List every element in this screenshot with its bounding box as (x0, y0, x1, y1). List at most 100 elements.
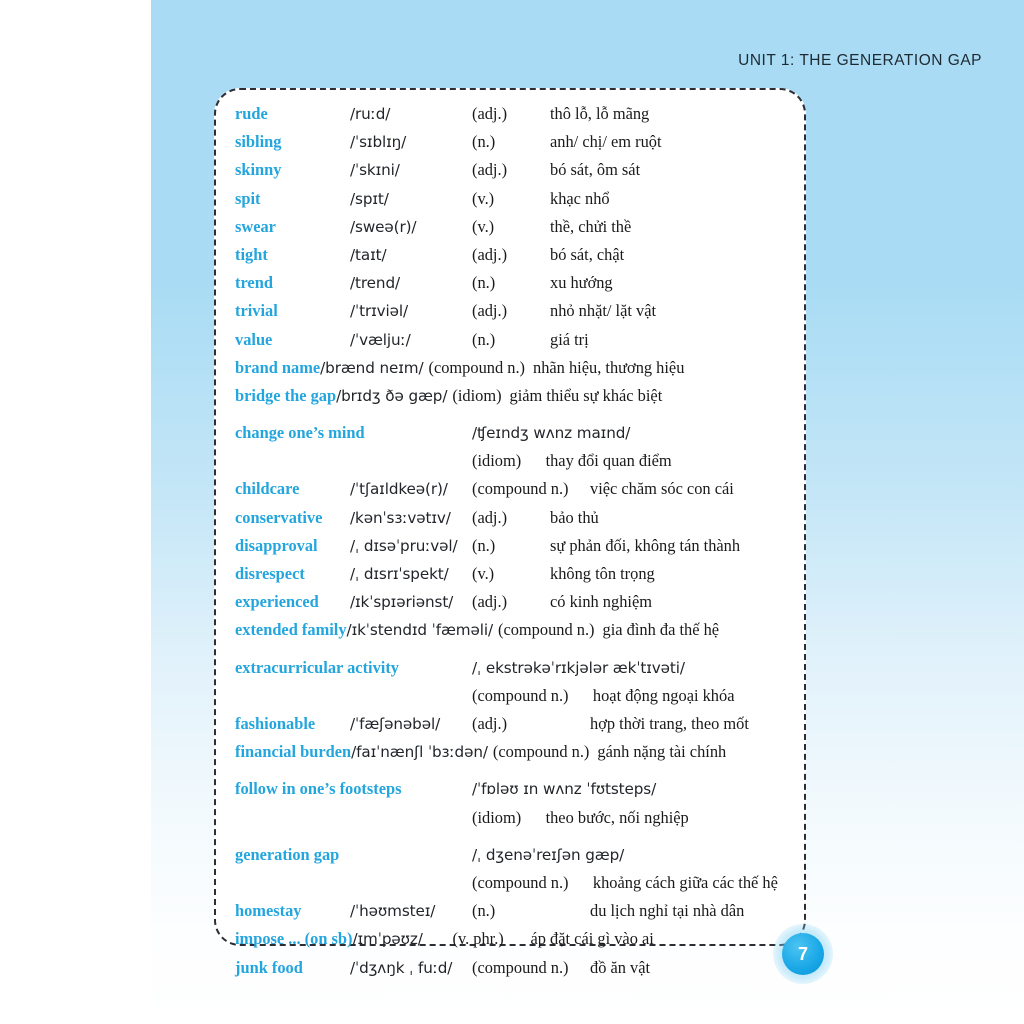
entry-line-1: swear/sweə(r)/ (v.) thề, chửi thề (235, 213, 796, 241)
entry-line-1: childcare/ˈtʃaɪldkeə(r)/ (compound n.) việ… (235, 475, 796, 503)
page-number-badge: 7 (773, 924, 833, 984)
entry-meaning: khạc nhổ (550, 188, 610, 208)
vocabulary-entry: junk food/ˈdʒʌŋk ˌ fuːd/ (compound n.) đồ … (235, 954, 796, 982)
entry-pos: (n.) (472, 329, 496, 349)
entry-word: conservative (235, 507, 323, 527)
entry-meaning: gia đình đa thế hệ (602, 620, 720, 640)
entry-pos: (n.) (472, 273, 496, 293)
entry-ipa: /ˈfæʃənəbəl/ (350, 714, 441, 733)
entry-meaning: xu hướng (550, 273, 613, 293)
entry-line-1: conservative/kənˈsɜːvətɪv/ (adj.) bảo thủ (235, 504, 796, 532)
entry-word: spit (235, 188, 261, 208)
entry-pos: (v.) (472, 188, 495, 208)
vocabulary-entry: bridge the gap/brɪdʒ ðə gæp/(idiom) giảm … (235, 382, 796, 410)
entry-meaning: thô lỗ, lỗ mãng (550, 104, 650, 123)
entry-pos: (adj.) (472, 160, 508, 180)
entry-word: change one’s mind (235, 423, 365, 443)
entry-ipa: /ˌ ekstrəkəˈrɪkjələr ækˈtɪvəti/ (472, 658, 685, 677)
entry-pos: (v. phr.) (452, 929, 504, 949)
entry-word: homestay (235, 901, 302, 921)
entry-ipa: /ˌ dɪsəˈpruːvəl/ (350, 536, 458, 555)
entry-ipa: /ɪmˈpəʊz/ (352, 930, 423, 949)
entry-line-1: follow in one’s footsteps/ˈfɒləʊ ɪn wʌnz… (235, 775, 796, 803)
entry-line-2: (compound n.) khoảng cách giữa các thế h… (235, 869, 796, 897)
vocabulary-entry: tight/taɪt/ (adj.) bó sát, chật (235, 241, 796, 269)
entry-pos: (compound n.) (498, 620, 595, 640)
running-head: UNIT 1: THE GENERATION GAP (738, 52, 982, 69)
entry-meaning: không tôn trọng (550, 564, 655, 584)
entry-ipa: /kənˈsɜːvətɪv/ (350, 508, 451, 527)
entry-line-1: sibling/ˈsɪblɪŋ/ (n.) anh/ chị/ em ruột (235, 128, 796, 156)
vocabulary-entry: financial burden/faɪˈnænʃl ˈbɜːdən/(comp… (235, 738, 796, 766)
entry-ipa: /ˈvæljuː/ (350, 330, 411, 349)
entry-line-1: spit/spɪt/ (v.) khạc nhổ (235, 185, 796, 213)
entry-gap (577, 869, 593, 897)
vocabulary-entry: impose ... (on sb)/ɪmˈpəʊz/ (v. phr.) áp đ… (235, 925, 796, 953)
entry-pos: (adj.) (472, 301, 508, 321)
entry-line-1: experienced/ɪkˈspɪəriənst/ (adj.) có kinh … (235, 588, 796, 616)
entry-word: impose ... (on sb) (235, 929, 353, 949)
entry-meaning: bó sát, ôm sát (550, 160, 641, 180)
entry-ipa: /ˈskɪni/ (350, 161, 400, 180)
entry-word: generation gap (235, 844, 340, 864)
entry-line-1: rude/ruːd/ (adj.) thô lỗ, lỗ mãng (235, 100, 796, 128)
entry-line-1: impose ... (on sb)/ɪmˈpəʊz/ (v. phr.) áp đ… (235, 925, 796, 953)
entry-pos: (adj.) (472, 104, 508, 123)
entry-word: fashionable (235, 713, 316, 733)
entry-meaning: gánh nặng tài chính (597, 742, 727, 762)
entry-meaning: hoạt động ngoại khóa (592, 685, 735, 705)
entry-ipa: /ˌ dɪsrɪˈspekt/ (350, 565, 449, 584)
entry-line-1: bridge the gap/brɪdʒ ðə gæp/(idiom) giảm … (235, 382, 796, 410)
entry-line-1: fashionable/ˈfæʃənəbəl/ (adj.) hợp thời tr… (235, 710, 796, 738)
entry-pos: (adj.) (472, 713, 508, 733)
entry-line-1: brand name/brænd neɪm/(compound n.) nhãn … (235, 354, 796, 382)
entry-meaning: khoảng cách giữa các thế hệ (592, 872, 778, 892)
entry-word: brand name (235, 357, 321, 377)
entry-meaning: du lịch nghỉ tại nhà dân (590, 901, 745, 921)
entry-word: trivial (235, 301, 278, 321)
vocabulary-entry: swear/sweə(r)/ (v.) thề, chửi thề (235, 213, 796, 241)
vocabulary-entry: childcare/ˈtʃaɪldkeə(r)/ (compound n.) việ… (235, 475, 796, 503)
entry-line-2: (compound n.) hoạt động ngoại khóa (235, 682, 796, 710)
entry-pos: (n.) (472, 535, 496, 555)
entry-ipa: /ˈdʒʌŋk ˌ fuːd/ (350, 958, 453, 977)
entry-meaning: áp đặt cái gì vào ai (530, 929, 654, 949)
entry-meaning: hợp thời trang, theo mốt (590, 713, 749, 733)
entry-pos: (adj.) (472, 592, 508, 612)
entry-ipa: /ˈsɪblɪŋ/ (350, 133, 407, 152)
entry-line-1: extracurricular activity/ˌ ekstrəkəˈrɪkj… (235, 654, 796, 682)
entry-gap (529, 804, 545, 832)
entry-ipa: /brɪdʒ ðə gæp/ (336, 386, 448, 405)
vocabulary-entry: extracurricular activity/ˌ ekstrəkəˈrɪkj… (235, 654, 796, 710)
entry-word: childcare (235, 479, 300, 499)
vocabulary-entry: skinny/ˈskɪni/ (adj.) bó sát, ôm sát (235, 156, 796, 184)
entry-meaning: sự phản đối, không tán thành (550, 535, 741, 555)
entry-meaning: thề, chửi thề (550, 216, 632, 236)
entry-word: disapproval (235, 535, 318, 555)
entry-word: follow in one’s footsteps (235, 779, 402, 799)
entry-word: tight (235, 244, 268, 264)
entry-ipa: /ˈhəʊmsteɪ/ (350, 902, 436, 921)
entry-ipa: /sweə(r)/ (350, 217, 417, 236)
entry-word: bridge the gap (235, 385, 337, 405)
entry-line-1: change one’s mind/ʧeɪndʒ wʌnz maɪnd/ (235, 419, 796, 447)
vocabulary-entry: follow in one’s footsteps/ˈfɒləʊ ɪn wʌnz… (235, 775, 796, 831)
entry-line-1: disrespect/ˌ dɪsrɪˈspekt/ (v.) không tôn t… (235, 560, 796, 588)
entry-word: financial burden (235, 742, 352, 762)
entry-ipa: /ruːd/ (350, 105, 391, 123)
entry-line-1: skinny/ˈskɪni/ (adj.) bó sát, ôm sát (235, 156, 796, 184)
entry-line-1: financial burden/faɪˈnænʃl ˈbɜːdən/(comp… (235, 738, 796, 766)
entry-line-1: tight/taɪt/ (adj.) bó sát, chật (235, 241, 796, 269)
vocabulary-entry: value/ˈvæljuː/ (n.) giá trị (235, 326, 796, 354)
entry-ipa: /faɪˈnænʃl ˈbɜːdən/ (351, 743, 488, 762)
entry-word: skinny (235, 160, 282, 180)
entry-ipa: /ɪkˈspɪəriənst/ (350, 593, 454, 612)
vocabulary-entry: conservative/kənˈsɜːvətɪv/ (adj.) bảo thủ (235, 504, 796, 532)
entry-pos: (compound n.) (472, 957, 569, 977)
vocabulary-entry: change one’s mind/ʧeɪndʒ wʌnz maɪnd/(idi… (235, 419, 796, 475)
entry-pos: (n.) (472, 901, 496, 921)
entry-ipa: /trend/ (350, 274, 401, 293)
vocabulary-entry: generation gap/ˌ dʒenəˈreɪʃən gæp/(compo… (235, 841, 796, 897)
entry-line-1: junk food/ˈdʒʌŋk ˌ fuːd/ (compound n.) đồ … (235, 954, 796, 982)
entry-line-1: extended family/ɪkˈstendɪd ˈfæməli/(comp… (235, 616, 796, 644)
